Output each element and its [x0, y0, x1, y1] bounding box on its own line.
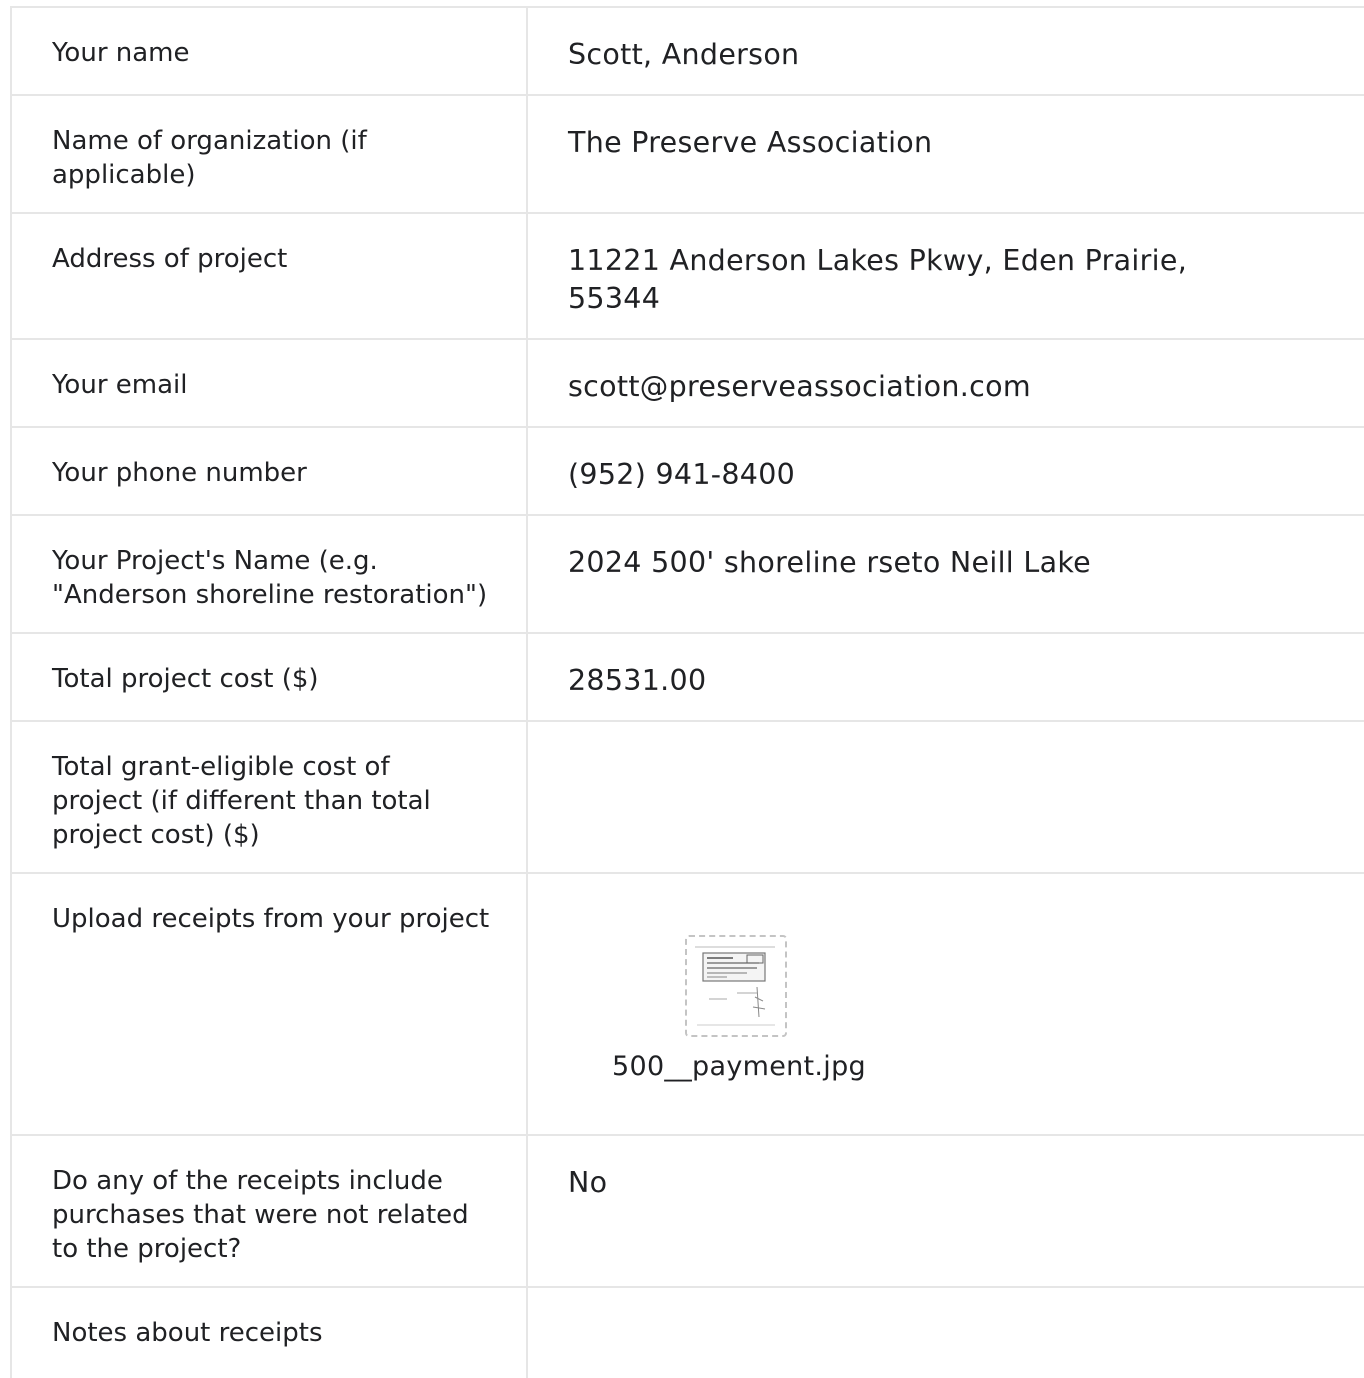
field-label: Total project cost ($): [12, 634, 528, 720]
row-address: Address of project 11221 Anderson Lakes …: [12, 214, 1364, 340]
row-upload-receipts: Upload receipts from your project 500__p…: [12, 874, 1364, 1136]
field-value: Scott, Anderson: [568, 38, 800, 71]
field-label: Your email: [12, 340, 528, 426]
attachment-filename[interactable]: 500__payment.jpg: [612, 1050, 866, 1084]
field-value: 11221 Anderson Lakes Pkwy, Eden Prairie,…: [568, 244, 1188, 315]
field-label: Notes about receipts: [12, 1288, 528, 1378]
field-value: scott@preserveassociation.com: [568, 370, 1031, 403]
field-value: 2024 500' shoreline rseto Neill Lake: [568, 546, 1091, 579]
row-notes-about-receipts: Notes about receipts: [12, 1288, 1364, 1378]
field-label: Address of project: [12, 214, 528, 338]
field-label: Total grant-eligible cost of project (if…: [12, 722, 528, 872]
row-email: Your email scott@preserveassociation.com: [12, 340, 1364, 428]
field-value: [528, 722, 1364, 872]
field-label: Upload receipts from your project: [12, 874, 528, 1134]
field-value: 28531.00: [568, 664, 707, 697]
row-organization: Name of organization (if applicable) The…: [12, 96, 1364, 214]
field-value: [528, 1288, 1364, 1378]
row-grant-eligible-cost: Total grant-eligible cost of project (if…: [12, 722, 1364, 874]
field-label: Your Project's Name (e.g. "Anderson shor…: [12, 516, 528, 632]
attachment-cell: 500__payment.jpg: [528, 874, 1364, 1134]
field-label: Your name: [12, 8, 528, 94]
field-value: No: [568, 1166, 608, 1199]
field-value: (952) 941-8400: [568, 458, 796, 491]
field-label: Your phone number: [12, 428, 528, 514]
receipt-thumbnail-icon[interactable]: [685, 935, 787, 1037]
row-unrelated-purchases: Do any of the receipts include purchases…: [12, 1136, 1364, 1288]
field-label: Name of organization (if applicable): [12, 96, 528, 212]
row-total-cost: Total project cost ($) 28531.00: [12, 634, 1364, 722]
row-your-name: Your name Scott, Anderson: [12, 8, 1364, 96]
row-project-name: Your Project's Name (e.g. "Anderson shor…: [12, 516, 1364, 634]
field-value: The Preserve Association: [568, 126, 933, 159]
row-phone: Your phone number (952) 941-8400: [12, 428, 1364, 516]
field-label: Do any of the receipts include purchases…: [12, 1136, 528, 1286]
submission-details-table: Your name Scott, Anderson Name of organi…: [10, 6, 1364, 1378]
